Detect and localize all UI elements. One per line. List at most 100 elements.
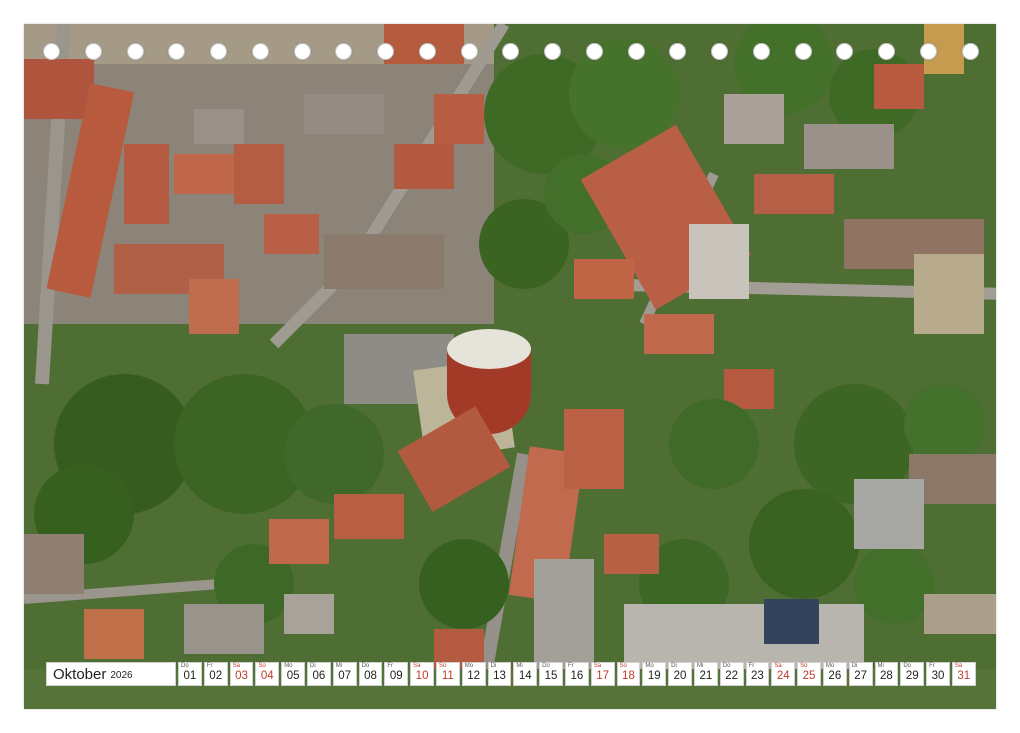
weekday-label: Do bbox=[361, 663, 370, 669]
day-cell: Fr 02 bbox=[203, 662, 228, 686]
day-number: 03 bbox=[235, 670, 248, 682]
day-cell: Di 06 bbox=[306, 662, 331, 686]
day-cells: Do 01 Fr 02 Sa 03 So 04 Mo 05 Di 06 Mi 07 Do 08 Fr 09 Sa 10… bbox=[178, 662, 976, 686]
day-cell: Di 27 bbox=[848, 662, 873, 686]
day-number: 08 bbox=[364, 670, 377, 682]
day-cell: Fr 30 bbox=[926, 662, 950, 686]
weekday-label: Do bbox=[542, 663, 550, 669]
day-number: 07 bbox=[338, 670, 352, 682]
day-cell: Mo 05 bbox=[281, 662, 305, 686]
day-cell: Di 13 bbox=[487, 662, 512, 686]
binding-hole bbox=[752, 43, 770, 60]
weekday-label: Fr bbox=[929, 663, 935, 669]
binding-hole bbox=[251, 43, 269, 60]
weekday-label: Di bbox=[671, 663, 677, 669]
day-cell: Mi 28 bbox=[874, 662, 899, 686]
weekday-label: Sa bbox=[593, 663, 602, 669]
binding-hole bbox=[210, 43, 227, 60]
day-number: 21 bbox=[699, 670, 713, 682]
weekday-label: Fr bbox=[748, 663, 755, 669]
day-cell: Do 15 bbox=[539, 662, 563, 686]
binding-hole bbox=[377, 43, 394, 60]
day-number: 14 bbox=[518, 670, 532, 682]
day-cell: Sa 17 bbox=[590, 662, 615, 686]
day-cell: Sa 10 bbox=[410, 662, 434, 686]
day-cell: Do 29 bbox=[900, 662, 925, 686]
weekday-label: Mi bbox=[877, 663, 884, 669]
weekday-label: Sa bbox=[954, 663, 963, 669]
weekday-label: Sa bbox=[774, 663, 782, 669]
binding-hole bbox=[878, 43, 895, 60]
weekday-label: Sa bbox=[232, 663, 240, 669]
day-cell: Mo 26 bbox=[822, 662, 847, 686]
month-label-box: Oktober 2026 bbox=[46, 662, 176, 686]
binding-hole bbox=[502, 43, 520, 60]
binding-hole bbox=[627, 43, 645, 60]
day-cell: Do 01 bbox=[178, 662, 202, 686]
binding-hole bbox=[919, 43, 937, 60]
weekday-label: Mo bbox=[825, 663, 835, 669]
weekday-label: Mo bbox=[645, 663, 654, 669]
day-cell: Do 08 bbox=[358, 662, 383, 686]
binding-hole bbox=[335, 43, 353, 60]
weekday-label: So bbox=[258, 663, 266, 669]
day-cell: Fr 09 bbox=[384, 662, 409, 686]
weekday-label: Di bbox=[309, 663, 316, 669]
weekday-label: Mi bbox=[516, 663, 523, 669]
day-number: 19 bbox=[647, 670, 661, 682]
binding-hole bbox=[418, 43, 436, 60]
day-number: 12 bbox=[467, 670, 481, 682]
day-cell: Sa 24 bbox=[771, 662, 796, 686]
day-cell: So 18 bbox=[616, 662, 641, 686]
day-number: 24 bbox=[776, 670, 790, 682]
weekday-label: Do bbox=[181, 663, 189, 669]
weekday-label: Mo bbox=[284, 663, 293, 669]
day-cell: So 11 bbox=[435, 662, 460, 686]
day-number: 06 bbox=[312, 670, 326, 682]
weekday-label: Di bbox=[490, 663, 497, 669]
day-cell: So 25 bbox=[797, 662, 821, 686]
day-number: 05 bbox=[286, 670, 300, 682]
day-cell: Sa 03 bbox=[229, 662, 254, 686]
day-number: 13 bbox=[493, 670, 506, 682]
day-cell: Mi 21 bbox=[693, 662, 718, 686]
day-number: 23 bbox=[751, 670, 764, 682]
weekday-label: Fr bbox=[387, 663, 394, 669]
month-year: 2026 bbox=[110, 669, 133, 681]
binding-hole bbox=[836, 43, 854, 60]
weekday-label: Do bbox=[903, 663, 911, 669]
day-number: 02 bbox=[209, 670, 223, 682]
day-number: 15 bbox=[544, 670, 558, 682]
binding-hole bbox=[585, 43, 603, 60]
binding-hole bbox=[460, 43, 478, 60]
weekday-label: Di bbox=[851, 663, 858, 669]
day-number: 16 bbox=[570, 670, 584, 682]
day-number: 18 bbox=[622, 670, 635, 682]
binding-hole bbox=[544, 43, 561, 60]
weekday-label: So bbox=[800, 663, 808, 669]
weekday-label: Fr bbox=[206, 663, 213, 669]
weekday-label: So bbox=[438, 663, 447, 669]
weekday-label: Mi bbox=[335, 663, 343, 669]
spiral-binding-holes bbox=[24, 43, 996, 63]
binding-hole bbox=[794, 43, 812, 60]
day-cell: Fr 23 bbox=[745, 662, 770, 686]
binding-hole bbox=[43, 43, 60, 60]
day-cell: Mi 07 bbox=[332, 662, 357, 686]
day-number: 17 bbox=[596, 670, 610, 682]
day-number: 04 bbox=[260, 670, 274, 682]
day-cell: Di 20 bbox=[668, 662, 692, 686]
day-number: 29 bbox=[905, 670, 919, 682]
weekday-label: Mo bbox=[464, 663, 474, 669]
day-number: 10 bbox=[415, 670, 429, 682]
weekday-label: Do bbox=[722, 663, 731, 669]
weekday-label: So bbox=[619, 663, 627, 669]
day-cell: Mo 12 bbox=[461, 662, 486, 686]
day-number: 26 bbox=[828, 670, 842, 682]
day-number: 01 bbox=[183, 670, 197, 682]
day-cell: Do 22 bbox=[719, 662, 744, 686]
day-number: 20 bbox=[673, 670, 687, 682]
weekday-label: Fr bbox=[567, 663, 574, 669]
day-number: 22 bbox=[725, 670, 739, 682]
day-cell: Fr 16 bbox=[564, 662, 589, 686]
